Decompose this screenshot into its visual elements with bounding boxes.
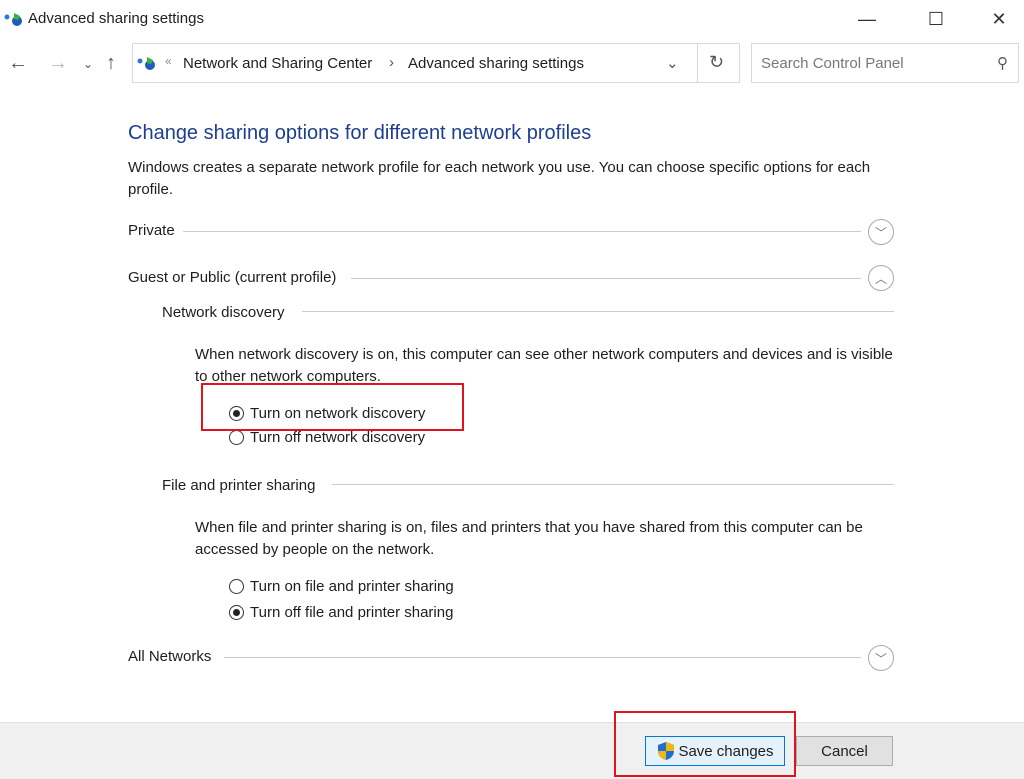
recent-dropdown-icon[interactable]: ⌄ <box>83 57 93 71</box>
sharing-off-radio[interactable]: Turn off file and printer sharing <box>229 604 453 621</box>
chevron-down-icon[interactable]: ⌄ <box>666 54 679 72</box>
search-input[interactable]: Search Control Panel ⚲ <box>751 43 1019 83</box>
breadcrumb-advanced[interactable]: Advanced sharing settings <box>408 55 584 72</box>
page-title: Change sharing options for different net… <box>128 122 592 144</box>
overflow-icon: « <box>165 54 172 68</box>
discovery-off-radio[interactable]: Turn off network discovery <box>229 429 425 446</box>
collapse-guest-icon[interactable]: ︿ <box>868 265 894 291</box>
refresh-icon[interactable]: ↻ <box>709 52 724 73</box>
up-icon[interactable]: ↑ <box>106 52 116 75</box>
private-label[interactable]: Private <box>128 222 175 239</box>
back-icon[interactable]: ← <box>8 52 28 75</box>
minimize-button[interactable]: — <box>844 4 890 34</box>
discovery-title: Network discovery <box>162 304 285 321</box>
guest-label[interactable]: Guest or Public (current profile) <box>128 269 336 286</box>
discovery-desc: When network discovery is on, this compu… <box>195 346 893 385</box>
maximize-button[interactable]: ☐ <box>913 4 959 34</box>
intro-text: Windows creates a separate network profi… <box>128 159 871 198</box>
cancel-button[interactable]: Cancel <box>796 736 893 766</box>
sharing-desc: When file and printer sharing is on, fil… <box>195 519 863 558</box>
app-icon <box>4 11 24 27</box>
sharing-on-radio[interactable]: Turn on file and printer sharing <box>229 578 454 595</box>
highlight-box <box>201 383 464 431</box>
network-icon <box>137 55 157 75</box>
sharing-title: File and printer sharing <box>162 477 316 494</box>
highlight-box <box>614 711 796 777</box>
window-title: Advanced sharing settings <box>28 10 204 27</box>
search-icon[interactable]: ⚲ <box>997 54 1008 72</box>
close-button[interactable]: ✕ <box>976 4 1022 34</box>
breadcrumb-network-center[interactable]: Network and Sharing Center <box>183 55 372 72</box>
chevron-right-icon: › <box>389 54 394 71</box>
address-bar[interactable]: « Network and Sharing Center › Advanced … <box>132 43 740 83</box>
expand-private-icon[interactable]: ﹀ <box>868 219 894 245</box>
forward-icon[interactable]: → <box>48 52 68 75</box>
all-networks-label[interactable]: All Networks <box>128 648 211 665</box>
expand-all-icon[interactable]: ﹀ <box>868 645 894 671</box>
